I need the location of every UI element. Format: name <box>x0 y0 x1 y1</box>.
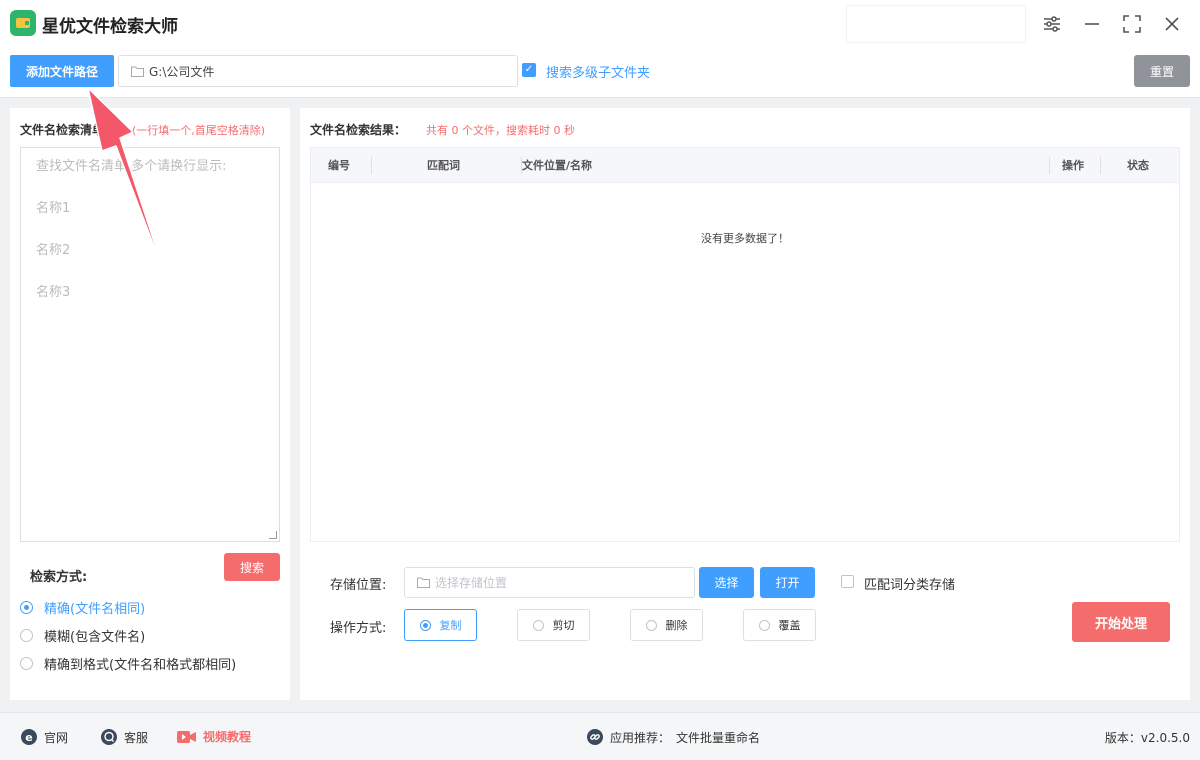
results-title: 文件名检索结果： <box>310 123 407 137</box>
close-icon[interactable] <box>1160 12 1184 36</box>
mode-label: 精确到格式(文件名和格式都相同) <box>44 658 237 673</box>
radio-icon[interactable] <box>532 619 544 631</box>
folder-icon <box>131 66 144 81</box>
search-list-title: 文件名检索清单： <box>20 123 117 137</box>
open-button[interactable]: 打开 <box>760 567 815 598</box>
minimize-icon[interactable] <box>1080 12 1104 36</box>
folder-icon <box>417 577 430 592</box>
svg-text:e: e <box>25 731 32 744</box>
toolbar: 添加文件路径 ✓ 搜索多级子文件夹 重置 <box>0 48 1200 98</box>
mode-exact-option[interactable]: 精确(文件名相同) <box>20 598 145 617</box>
operation-label-text: 删除 <box>665 619 688 632</box>
radio-icon[interactable] <box>645 619 657 631</box>
mode-label: 模糊(包含文件名) <box>44 630 146 645</box>
search-button[interactable]: 搜索 <box>224 553 280 581</box>
operation-delete-option[interactable]: 删除 <box>630 609 703 641</box>
support-label: 客服 <box>124 730 149 745</box>
title-blank-area <box>846 5 1026 43</box>
path-field[interactable] <box>118 55 518 87</box>
column-header-match: 匹配词 <box>427 159 460 172</box>
operation-cut-option[interactable]: 剪切 <box>517 609 590 641</box>
operation-label: 操作方式: <box>330 621 387 636</box>
search-list-hint: (一行填一个,首尾空格清除) <box>132 124 266 137</box>
app-logo-icon <box>10 10 36 36</box>
path-input[interactable] <box>149 56 509 86</box>
results-panel: 文件名检索结果： 共有 0 个文件，搜索耗时 0 秒 编号 匹配词 文件位置/名… <box>300 108 1190 700</box>
storage-field[interactable] <box>404 567 695 598</box>
maximize-icon[interactable] <box>1120 12 1144 36</box>
search-list-panel: 文件名检索清单： (一行填一个,首尾空格清除) 查找文件名清单,多个请换行显示:… <box>10 108 290 700</box>
mode-exact-format-option[interactable]: 精确到格式(文件名和格式都相同) <box>20 654 236 673</box>
app-title: 星优文件检索大师 <box>42 17 178 37</box>
results-table: 编号 匹配词 文件位置/名称 操作 状态 没有更多数据了！ <box>310 147 1180 542</box>
names-textarea[interactable]: 查找文件名清单,多个请换行显示: 名称1 名称2 名称3 <box>20 147 280 542</box>
column-header-number: 编号 <box>328 159 350 172</box>
website-label: 官网 <box>44 730 69 745</box>
subfolder-label[interactable]: 搜索多级子文件夹 <box>546 62 650 81</box>
add-file-path-button[interactable]: 添加文件路径 <box>10 55 114 87</box>
recommend-app-name[interactable]: 文件批量重命名 <box>676 729 760 746</box>
footer: e 官网 客服 视频教程 应用推荐： 文件批量重命名 版本：v2.0.5.0 <box>0 712 1200 760</box>
operation-copy-option[interactable]: 复制 <box>404 609 477 641</box>
storage-input[interactable] <box>435 568 685 597</box>
subfolder-checkbox[interactable]: ✓ <box>522 63 536 77</box>
resize-grip-icon[interactable] <box>269 531 277 539</box>
ie-globe-icon: e <box>20 728 38 746</box>
start-processing-button[interactable]: 开始处理 <box>1072 602 1170 642</box>
choose-button[interactable]: 选择 <box>699 567 754 598</box>
results-stats: 共有 0 个文件，搜索耗时 0 秒 <box>426 124 575 137</box>
classify-checkbox[interactable] <box>841 575 854 588</box>
empty-message: 没有更多数据了！ <box>701 232 789 245</box>
column-header-action: 操作 <box>1062 159 1084 172</box>
website-link[interactable]: e 官网 <box>20 728 68 746</box>
radio-icon[interactable] <box>419 619 431 631</box>
chat-icon <box>100 728 118 746</box>
radio-icon[interactable] <box>20 629 33 642</box>
link-icon <box>586 728 604 746</box>
title-bar: 星优文件检索大师 <box>0 0 1200 48</box>
operation-overwrite-option[interactable]: 覆盖 <box>743 609 816 641</box>
placeholder-line: 名称1 <box>36 201 71 216</box>
operation-label-text: 剪切 <box>552 619 575 632</box>
recommend-label: 应用推荐： <box>610 730 671 745</box>
mode-label: 精确(文件名相同) <box>44 602 146 617</box>
support-link[interactable]: 客服 <box>100 728 148 746</box>
mode-fuzzy-option[interactable]: 模糊(包含文件名) <box>20 626 145 645</box>
classify-label[interactable]: 匹配词分类存储 <box>864 574 955 593</box>
radio-icon[interactable] <box>20 601 33 614</box>
placeholder-line: 名称2 <box>36 243 71 258</box>
placeholder-line: 查找文件名清单,多个请换行显示: <box>36 159 227 174</box>
search-mode-title: 检索方式: <box>30 570 88 585</box>
recommend-link[interactable]: 应用推荐： 文件批量重命名 <box>586 728 760 746</box>
table-header: 编号 匹配词 文件位置/名称 操作 状态 <box>311 148 1179 183</box>
operation-label-text: 复制 <box>439 619 462 632</box>
placeholder-line: 名称3 <box>36 285 71 300</box>
radio-icon[interactable] <box>20 657 33 670</box>
reset-button[interactable]: 重置 <box>1134 55 1190 87</box>
video-camera-icon <box>177 729 197 745</box>
video-tutorial-label: 视频教程 <box>203 730 252 744</box>
column-header-status: 状态 <box>1127 159 1149 172</box>
storage-label: 存储位置: <box>330 578 387 593</box>
video-tutorial-link[interactable]: 视频教程 <box>177 728 251 745</box>
settings-sliders-icon[interactable] <box>1040 12 1064 36</box>
version-label: 版本：v2.0.5.0 <box>1104 731 1190 745</box>
radio-icon[interactable] <box>758 619 770 631</box>
column-header-location: 文件位置/名称 <box>522 159 593 172</box>
operation-label-text: 覆盖 <box>778 619 801 632</box>
